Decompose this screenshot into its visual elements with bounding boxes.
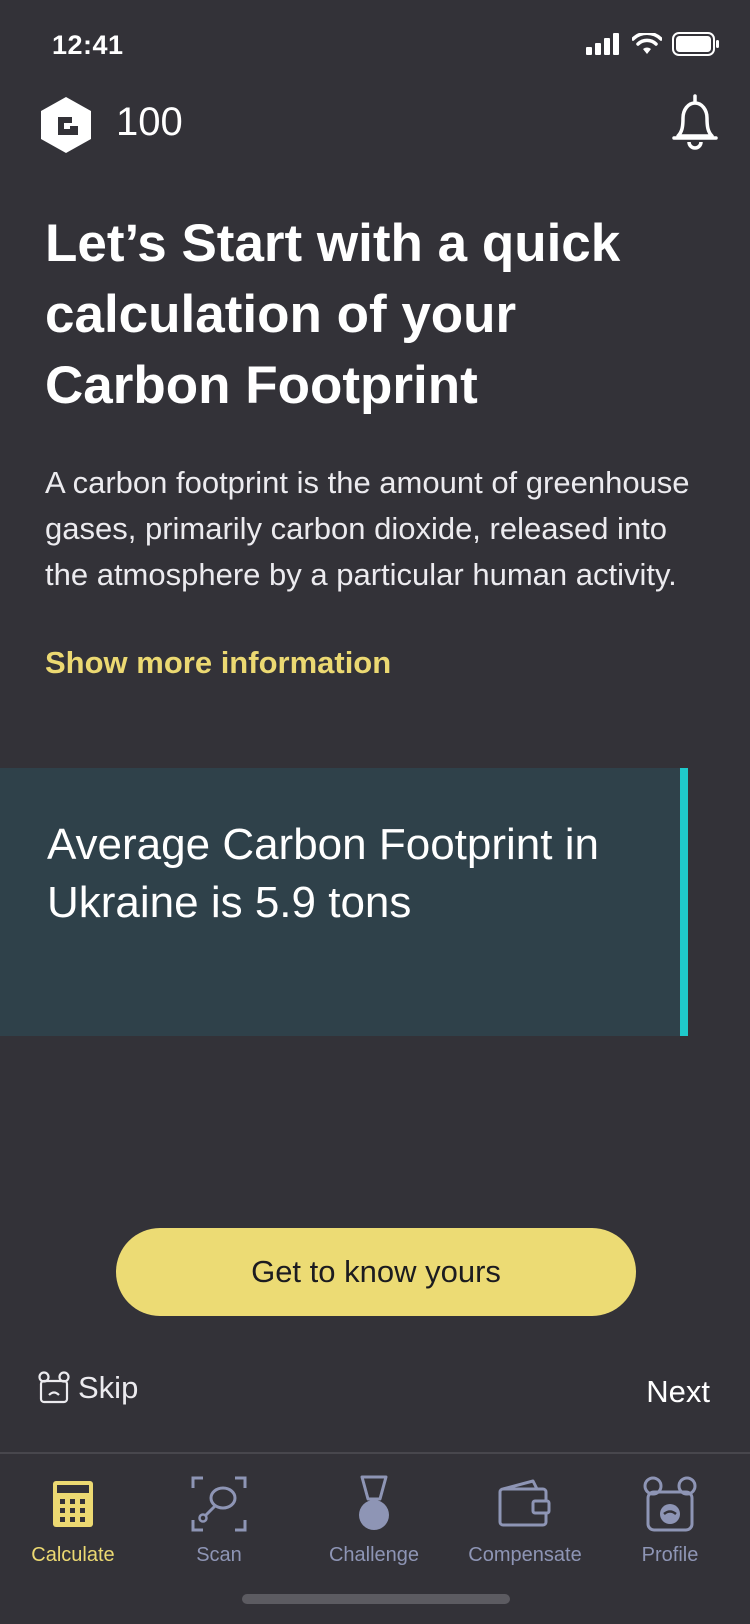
- skip-label: Skip: [78, 1370, 139, 1405]
- tab-challenge[interactable]: Challenge: [299, 1474, 449, 1567]
- tab-compensate[interactable]: Compensate: [450, 1474, 600, 1567]
- alarm-clock-icon: [38, 1371, 70, 1404]
- battery-icon: [672, 32, 719, 56]
- page-title: Let’s Start with a quick calculation of …: [45, 214, 621, 415]
- average-footprint-text: Average Carbon Footprint in Ukraine is 5…: [47, 820, 599, 927]
- wallet-icon: [498, 1479, 551, 1527]
- bell-icon[interactable]: [668, 92, 722, 152]
- calculator-icon: [53, 1481, 93, 1527]
- points-count: 100: [116, 100, 183, 144]
- home-indicator: [242, 1594, 510, 1604]
- medal-icon: [359, 1475, 389, 1530]
- tab-scan[interactable]: Scan: [144, 1474, 294, 1567]
- tab-profile[interactable]: Profile: [595, 1474, 745, 1567]
- tab-label: Scan: [196, 1544, 242, 1566]
- average-footprint-card: Average Carbon Footprint in Ukraine is 5…: [0, 768, 688, 1036]
- get-to-know-yours-button[interactable]: Get to know yours: [116, 1228, 636, 1316]
- description-text: A carbon footprint is the amount of gree…: [45, 465, 690, 592]
- tab-label: Challenge: [328, 1544, 420, 1566]
- status-icons: [586, 32, 720, 56]
- profile-icon: [643, 1476, 697, 1532]
- app-logo-icon: [41, 97, 91, 153]
- tab-calculate[interactable]: Calculate: [0, 1474, 148, 1567]
- show-more-link[interactable]: Show more information: [45, 645, 391, 681]
- wifi-icon: [632, 33, 662, 54]
- tab-label: Calculate: [31, 1544, 115, 1566]
- signal-icon: [586, 33, 619, 55]
- skip-button[interactable]: Skip: [38, 1370, 138, 1406]
- tab-label: Profile: [641, 1544, 699, 1566]
- tab-label: Compensate: [468, 1544, 582, 1566]
- scan-icon: [191, 1476, 247, 1532]
- next-button[interactable]: Next: [646, 1374, 710, 1410]
- status-time: 12:41: [52, 30, 124, 60]
